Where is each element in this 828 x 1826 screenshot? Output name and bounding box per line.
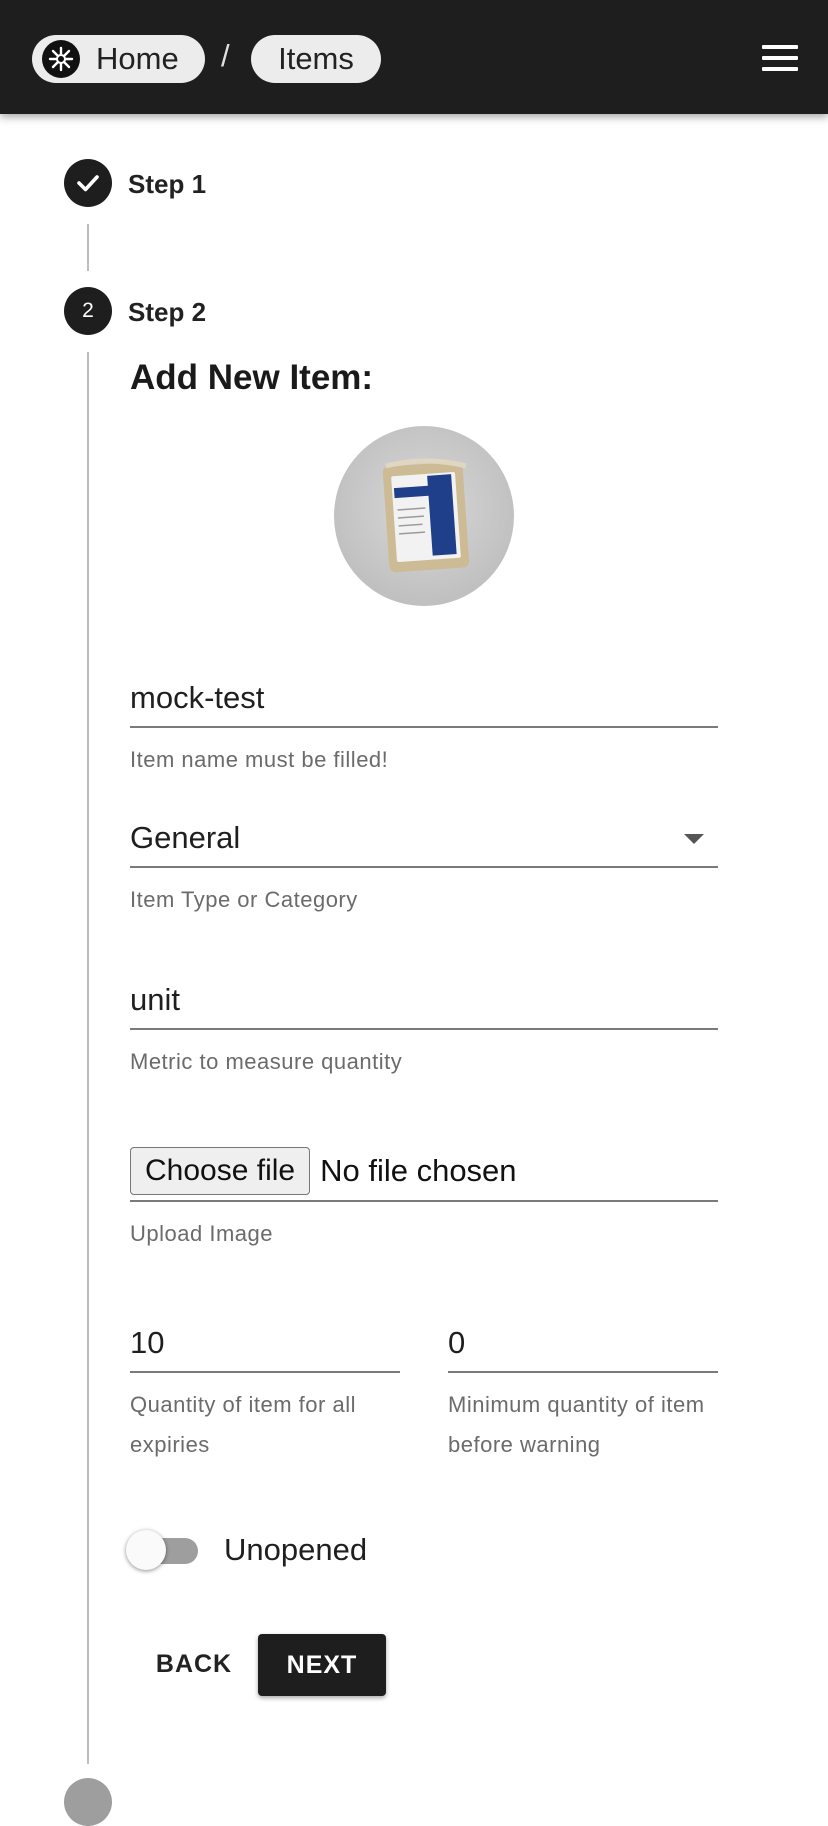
hamburger-menu-icon[interactable]: [762, 45, 798, 71]
breadcrumb-items-label: Items: [278, 41, 354, 76]
quantity-input[interactable]: 10: [130, 1313, 400, 1373]
quantity-helper: Quantity of item for all expiries: [130, 1392, 356, 1457]
min-quantity-field[interactable]: 0 Minimum quantity of item before warnin…: [448, 1313, 718, 1465]
breadcrumb-home-label: Home: [96, 41, 179, 76]
item-photo: [334, 426, 514, 606]
metric-field[interactable]: unit Metric to measure quantity: [130, 970, 718, 1082]
breadcrumb-home[interactable]: Home: [32, 35, 205, 83]
chevron-down-icon[interactable]: [684, 834, 704, 844]
category-helper: Item Type or Category: [130, 887, 358, 912]
item-name-input[interactable]: mock-test: [130, 668, 718, 728]
unopened-toggle[interactable]: [126, 1530, 202, 1570]
file-input[interactable]: Choose file No file chosen: [130, 1142, 718, 1202]
step-1-label: Step 1: [128, 169, 207, 199]
step-3-indicator[interactable]: [64, 1778, 112, 1826]
item-name-field[interactable]: mock-test Item name must be filled!: [130, 668, 718, 780]
next-button[interactable]: NEXT: [258, 1634, 386, 1696]
step-2-indicator[interactable]: 2: [64, 287, 112, 335]
breadcrumb-items[interactable]: Items: [251, 35, 381, 83]
category-value: General: [130, 820, 241, 855]
logo-icon: [42, 40, 80, 78]
unopened-toggle-label: Unopened: [224, 1532, 368, 1567]
back-button[interactable]: BACK: [140, 1634, 248, 1694]
metric-input[interactable]: unit: [130, 970, 718, 1030]
min-quantity-helper: Minimum quantity of item before warning: [448, 1392, 705, 1457]
metric-helper: Metric to measure quantity: [130, 1049, 403, 1074]
form-title: Add New Item:: [130, 358, 374, 397]
quantity-field[interactable]: 10 Quantity of item for all expiries: [130, 1313, 400, 1465]
file-status: No file chosen: [320, 1153, 517, 1188]
breadcrumb-separator: /: [221, 38, 230, 73]
step-2-content-line: [87, 352, 89, 1764]
min-quantity-input[interactable]: 0: [448, 1313, 718, 1373]
upload-image-helper: Upload Image: [130, 1221, 273, 1246]
upload-image-field[interactable]: Choose file No file chosen Upload Image: [130, 1142, 718, 1254]
item-name-helper: Item name must be filled!: [130, 747, 389, 772]
category-select[interactable]: General: [130, 808, 718, 868]
step-2-label: Step 2: [128, 297, 207, 327]
step-1-check-icon[interactable]: [64, 159, 112, 207]
toggle-knob[interactable]: [126, 1530, 166, 1570]
category-field[interactable]: General Item Type or Category: [130, 808, 718, 920]
step-connector: [87, 224, 89, 271]
app-bar: Home / Items: [0, 0, 828, 114]
choose-file-button[interactable]: Choose file: [130, 1147, 311, 1195]
